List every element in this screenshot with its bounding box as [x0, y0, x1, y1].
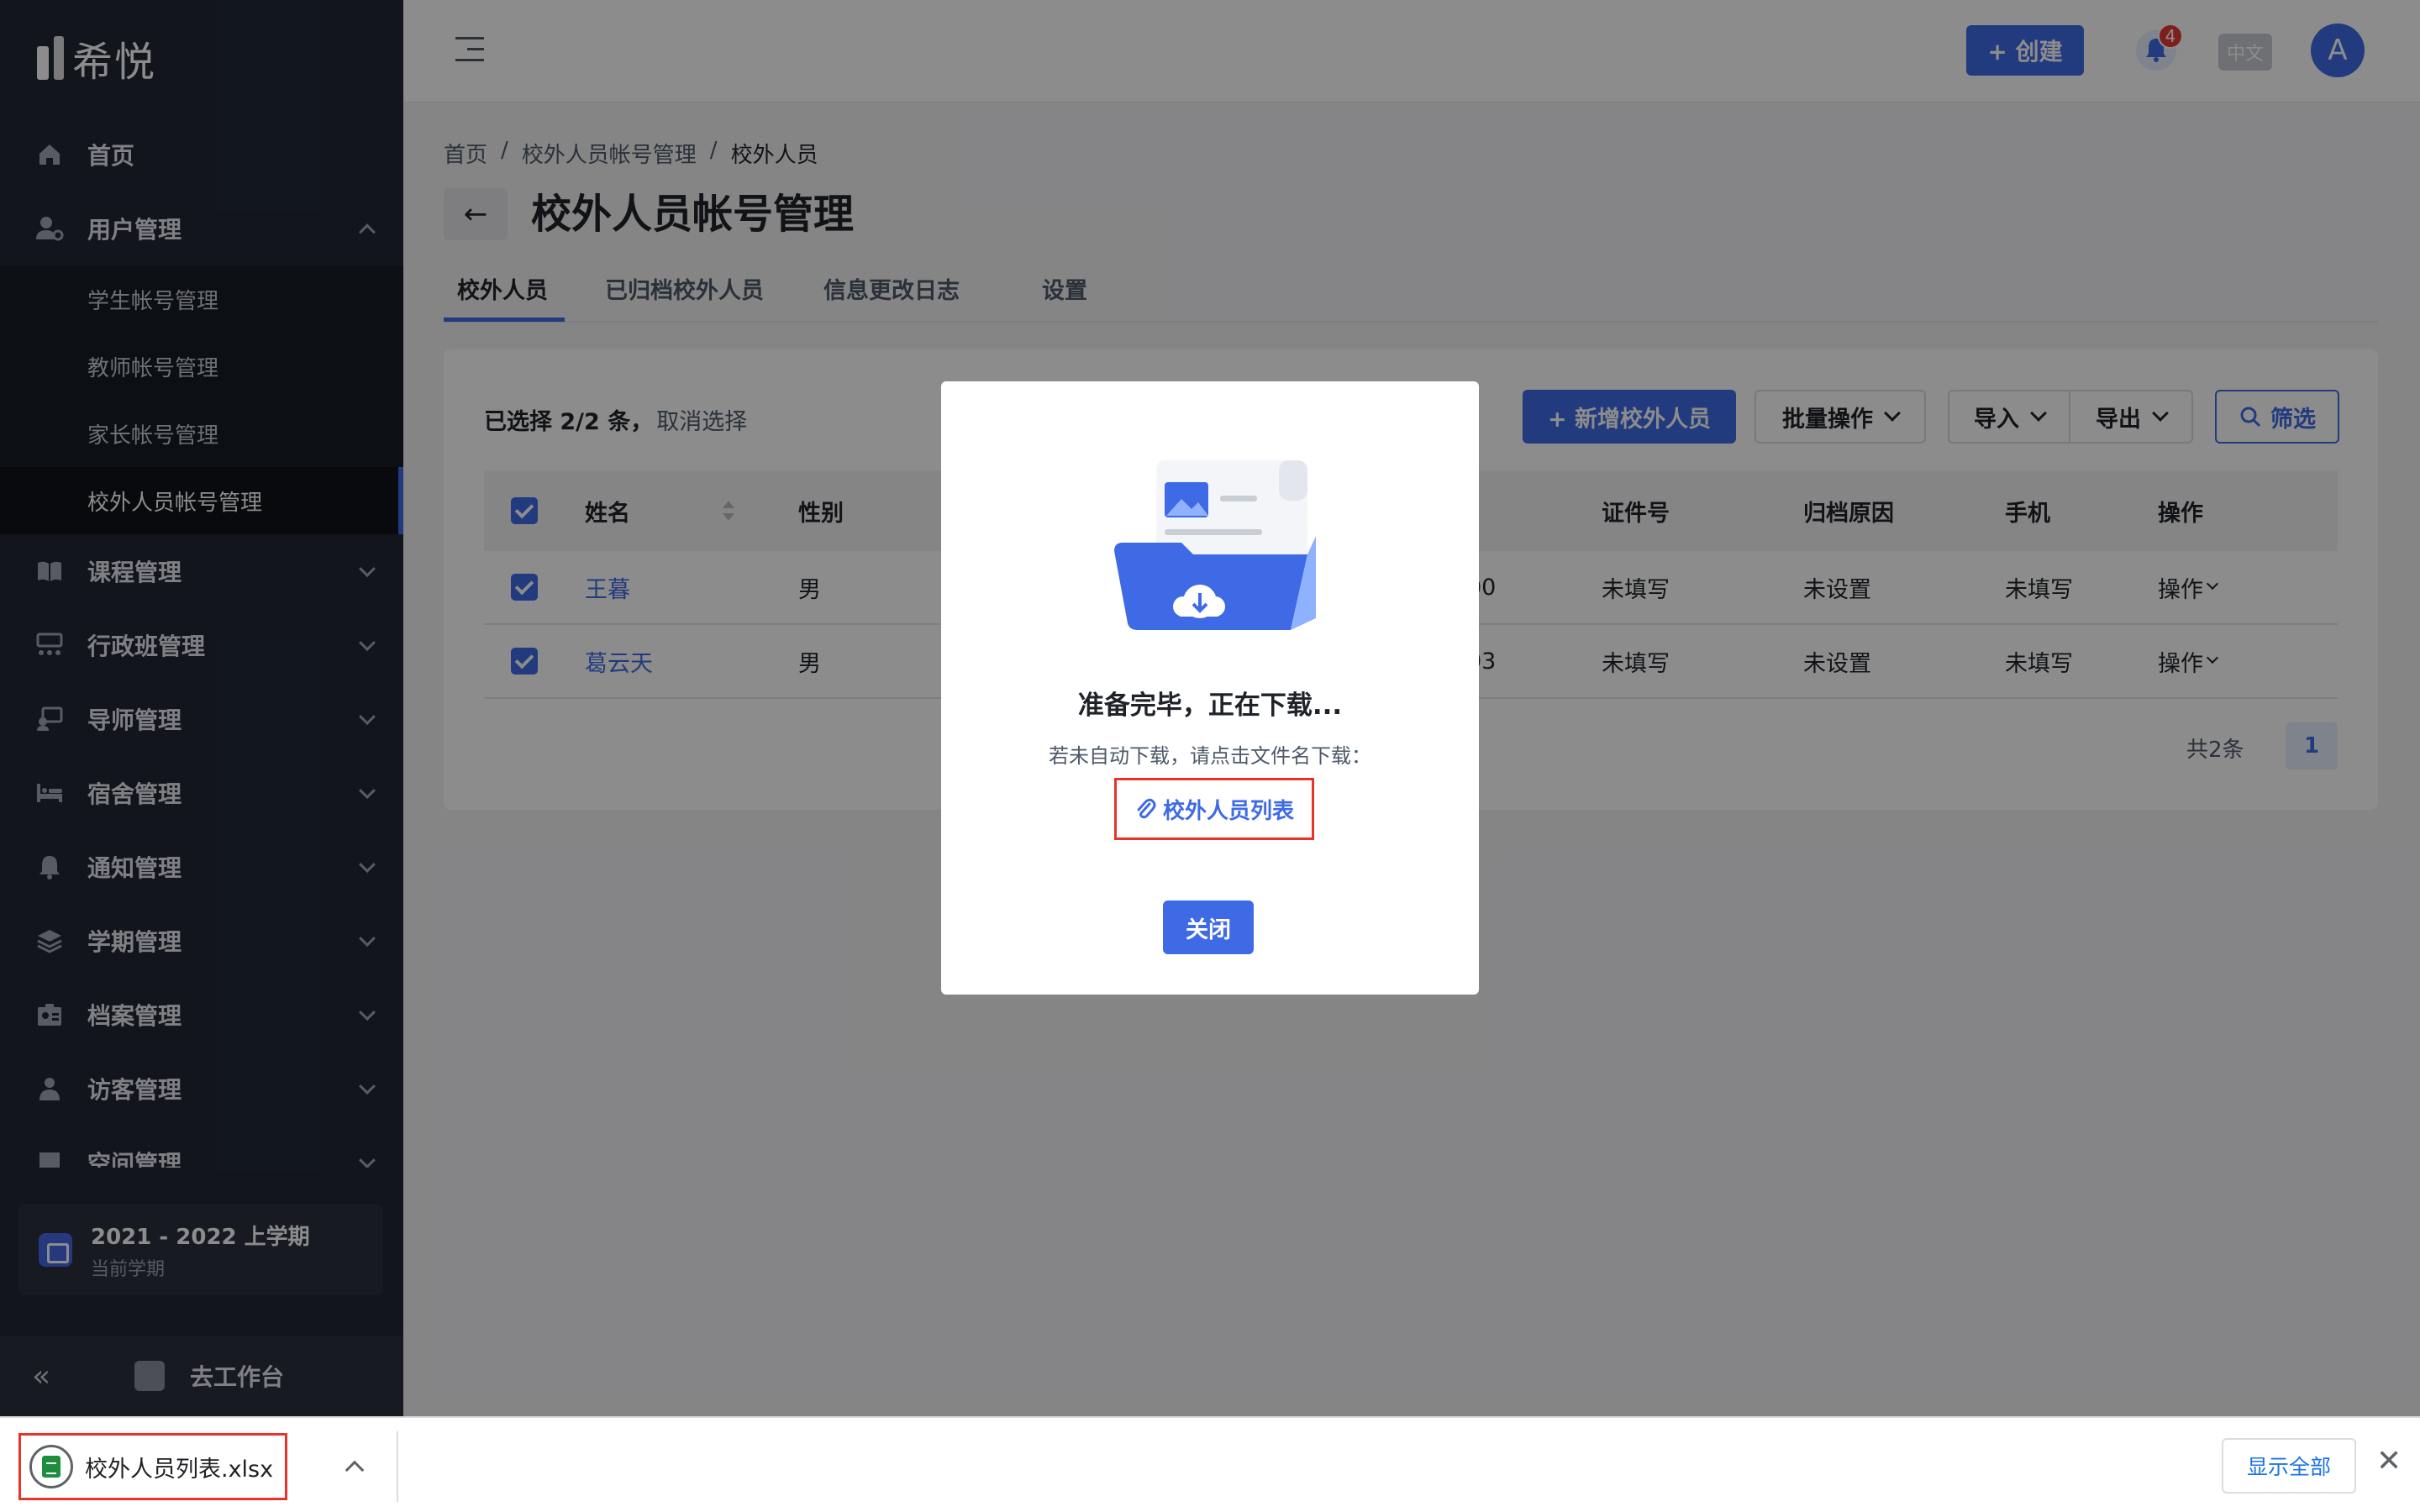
downloaded-file-item[interactable]: 校外人员列表.xlsx [18, 1433, 287, 1500]
close-download-bar-icon[interactable]: ✕ [2376, 1446, 2402, 1477]
download-folder-illustration [1114, 460, 1316, 630]
downloaded-file-name: 校外人员列表.xlsx [85, 1456, 274, 1483]
close-button[interactable]: 关闭 [1163, 900, 1254, 954]
chevron-up-icon[interactable] [345, 1460, 365, 1480]
modal-title: 准备完毕，正在下载... [1077, 690, 1343, 721]
download-file-link[interactable]: 校外人员列表 [1114, 778, 1314, 840]
download-file-name: 校外人员列表 [1162, 798, 1294, 824]
show-all-downloads-button[interactable]: 显示全部 [2222, 1438, 2356, 1494]
download-modal: 准备完毕，正在下载... 若未自动下载，请点击文件名下载： 校外人员列表 关闭 [941, 381, 1479, 995]
paperclip-icon [1137, 798, 1156, 819]
browser-download-bar: 校外人员列表.xlsx 显示全部 ✕ [0, 1416, 2420, 1512]
divider [397, 1431, 398, 1502]
spreadsheet-file-icon [29, 1445, 73, 1488]
modal-description: 若未自动下载，请点击文件名下载： [1049, 744, 1371, 768]
